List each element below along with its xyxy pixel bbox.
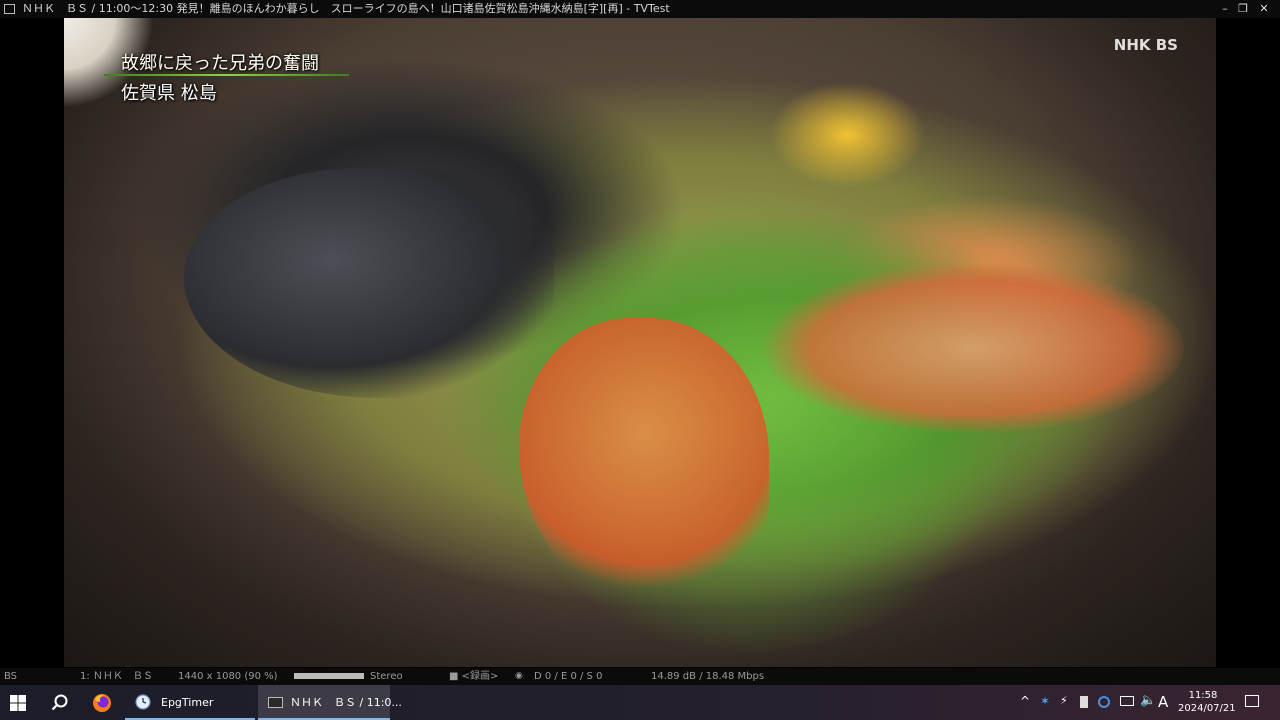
search-icon[interactable] bbox=[51, 694, 69, 712]
channel-logo: NHK BS bbox=[1113, 36, 1178, 54]
taskbar-app-label: ＮＨＫ ＢＳ / 11:0... bbox=[290, 696, 402, 709]
close-button[interactable]: ✕ bbox=[1255, 0, 1273, 18]
windows-start-icon[interactable] bbox=[10, 695, 26, 711]
status-tuner[interactable]: BS bbox=[4, 668, 17, 685]
tvtest-app-icon bbox=[4, 4, 15, 14]
caption-underline bbox=[104, 74, 349, 76]
video-frame[interactable]: 故郷に戻った兄弟の奮闘 佐賀県 松島 NHK BS bbox=[64, 18, 1216, 667]
clock-app-icon bbox=[135, 694, 151, 710]
network-icon[interactable] bbox=[1120, 696, 1134, 706]
minimize-button[interactable]: – bbox=[1216, 0, 1234, 18]
status-resolution[interactable]: 1440 x 1080 (90 %) bbox=[178, 668, 278, 685]
taskbar: EpgTimer ＮＨＫ ＢＳ / 11:0... ^ ✶ ⚡ 🔈 A 11:5… bbox=[0, 685, 1280, 720]
taskbar-app-epgtimer[interactable]: EpgTimer bbox=[125, 685, 255, 720]
camera-icon[interactable]: ◉ bbox=[515, 668, 523, 685]
device-icon[interactable] bbox=[1080, 696, 1088, 708]
window-title: ＮＨＫ ＢＳ / 11:00～12:30 発見！離島のほんわか暮らし スローライ… bbox=[22, 2, 670, 15]
usb-icon[interactable]: ⚡ bbox=[1060, 694, 1068, 707]
tv-app-icon bbox=[268, 697, 283, 708]
taskbar-app-label: EpgTimer bbox=[161, 696, 214, 709]
taskbar-app-tvtest[interactable]: ＮＨＫ ＢＳ / 11:0... bbox=[258, 685, 402, 720]
crab-shell-shape bbox=[764, 263, 1184, 433]
volume-icon[interactable]: 🔈 bbox=[1140, 693, 1156, 708]
status-record[interactable]: ■ <録画> bbox=[449, 668, 498, 685]
volume-slider[interactable] bbox=[294, 673, 364, 679]
notification-icon[interactable] bbox=[1245, 695, 1259, 707]
caption-headline: 故郷に戻った兄弟の奮闘 bbox=[121, 53, 319, 74]
status-signal: 14.89 dB / 18.48 Mbps bbox=[651, 671, 765, 682]
status-errors: D 0 / E 0 / S 0 bbox=[534, 671, 603, 682]
sync-icon[interactable] bbox=[1098, 696, 1110, 708]
firefox-icon[interactable] bbox=[92, 693, 112, 713]
clock-date: 2024/07/21 bbox=[1178, 703, 1236, 714]
chevron-up-icon[interactable]: ^ bbox=[1020, 694, 1030, 708]
bluetooth-icon[interactable]: ✶ bbox=[1040, 694, 1050, 708]
taskbar-clock[interactable]: 11:58 2024/07/21 bbox=[1178, 689, 1236, 715]
status-bar: BS 1: ＮＨＫ ＢＳ 1440 x 1080 (90 %) Stereo ■… bbox=[0, 668, 1280, 685]
ime-indicator[interactable]: A bbox=[1158, 693, 1168, 711]
status-audio[interactable]: Stereo bbox=[370, 668, 403, 685]
volume-slider-fill bbox=[294, 673, 364, 679]
restore-button[interactable]: ❐ bbox=[1234, 0, 1252, 18]
window-titlebar: ＮＨＫ ＢＳ / 11:00～12:30 発見！離島のほんわか暮らし スローライ… bbox=[0, 0, 1280, 18]
status-channel[interactable]: 1: ＮＨＫ ＢＳ bbox=[80, 668, 153, 685]
clock-time: 11:58 bbox=[1188, 690, 1218, 701]
caption-location: 佐賀県 松島 bbox=[121, 83, 217, 104]
